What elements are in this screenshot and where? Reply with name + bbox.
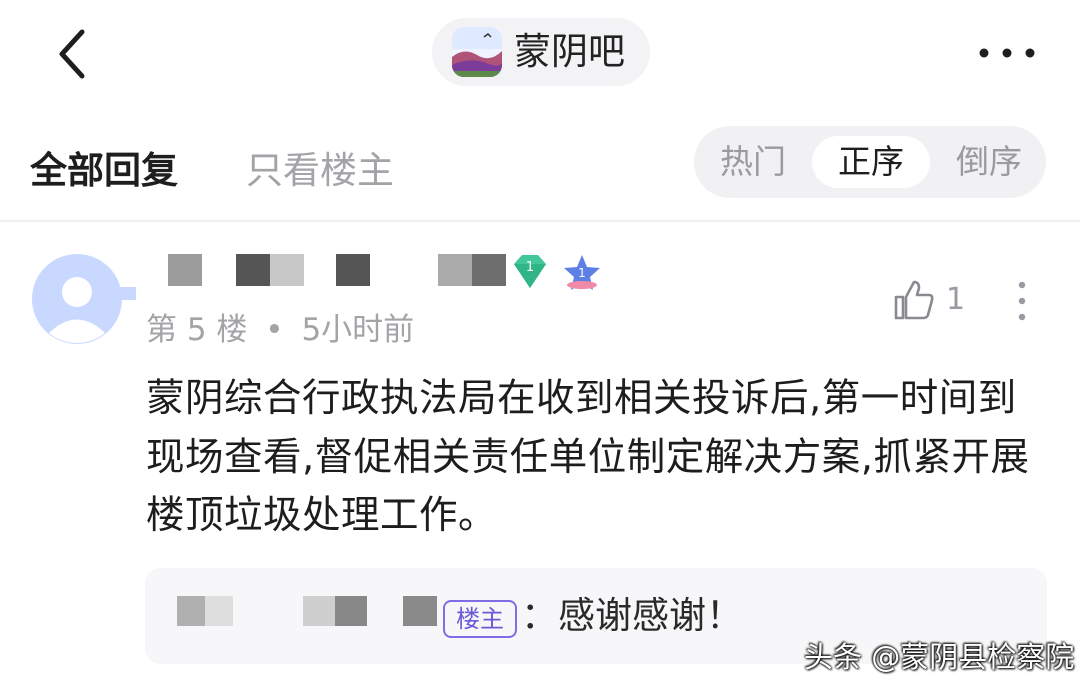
forum-name: 蒙阴吧 (514, 30, 625, 73)
blurred-block (472, 254, 506, 286)
post-meta: 第 5 楼 • 5小时前 (146, 308, 414, 352)
tab-only-op[interactable]: 只看楼主 (246, 140, 394, 194)
blurred-block (438, 254, 472, 286)
blurred-block (205, 596, 233, 626)
chevron-left-icon[interactable] (52, 26, 92, 82)
sort-ascending[interactable]: 正序 (812, 136, 930, 188)
watermark: 头条 @蒙阴县检察院 (804, 640, 1075, 674)
blurred-block (270, 254, 304, 286)
forum-title-pill[interactable]: 蒙阴吧 (432, 18, 650, 86)
sub-reply-text: ：感谢感谢！ (521, 594, 743, 637)
reply-filter-bar: 全部回复 只看楼主 热门 正序 倒序 (0, 120, 1080, 220)
blurred-block (335, 596, 367, 626)
sort-toggle: 热门 正序 倒序 (694, 126, 1046, 198)
post-time: 5小时前 (301, 312, 415, 348)
blurred-block (303, 596, 335, 626)
meta-separator: • (265, 312, 284, 348)
rank-star-icon: 1 (564, 255, 600, 290)
floor-number: 第 5 楼 (146, 312, 248, 348)
blurred-block (403, 596, 437, 626)
forum-avatar-image (452, 27, 502, 77)
sort-hot[interactable]: 热门 (712, 136, 794, 188)
more-horizontal-icon[interactable] (978, 38, 1036, 68)
blurred-block (336, 254, 370, 286)
blurred-block (168, 254, 202, 286)
like-count: 1 (946, 282, 966, 317)
avatar[interactable] (32, 254, 136, 344)
sort-descending[interactable]: 倒序 (948, 136, 1030, 188)
reply-post: 1 1 第 5 楼 • 5小时前 1 蒙阴综合行政执法局在收到相关投诉后,第一时… (0, 222, 1080, 690)
rank-badge-text: 1 (578, 266, 586, 280)
level-badge-text: 1 (526, 260, 534, 275)
level-gem-icon: 1 (514, 255, 546, 288)
tab-all-replies[interactable]: 全部回复 (30, 140, 178, 194)
blurred-block (236, 254, 270, 286)
thumbs-up-icon[interactable] (892, 278, 936, 322)
top-bar: 蒙阴吧 (0, 0, 1080, 105)
more-vertical-icon[interactable] (1010, 280, 1034, 322)
blurred-block (177, 596, 205, 626)
post-content: 蒙阴综合行政执法局在收到相关投诉后,第一时间到现场查看,督促相关责任单位制定解决… (146, 376, 1030, 538)
op-tag: 楼主 (443, 600, 517, 638)
